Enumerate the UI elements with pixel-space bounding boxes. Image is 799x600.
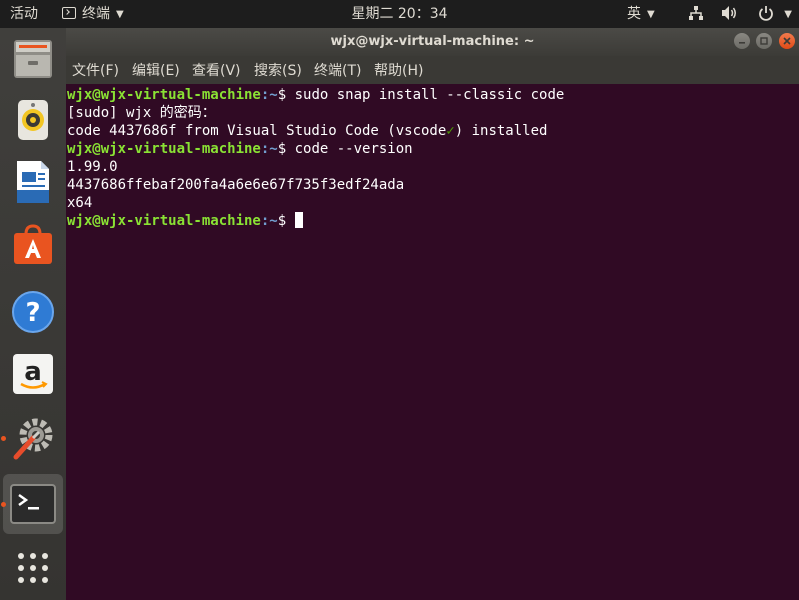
volume-icon (721, 6, 736, 20)
terminal-output[interactable]: wjx@wjx-virtual-machine:~$ sudo snap ins… (66, 84, 792, 600)
menu-bar: 文件(F) 编辑(E) 查看(V) 搜索(S) 终端(T) 帮助(H) (66, 56, 799, 84)
svg-text:a: a (24, 357, 42, 387)
dock-settings[interactable] (1, 408, 63, 468)
prompt-user-host: wjx@wjx-virtual-machine (67, 213, 261, 229)
command-text: sudo snap install --classic code (294, 87, 565, 103)
system-tray[interactable]: ▼ (688, 0, 792, 28)
running-indicator (1, 502, 6, 507)
app-menu[interactable]: 终端 ▼ (62, 0, 124, 28)
output-text: 1.99.0 (67, 159, 118, 175)
prompt-path: :~ (260, 87, 278, 103)
terminal-scrollbar[interactable] (792, 84, 799, 600)
amazon-icon: a (13, 354, 53, 394)
dock-show-applications[interactable] (3, 538, 63, 598)
prompt-path: :~ (260, 141, 278, 157)
app-menu-label: 终端 (82, 6, 110, 22)
top-bar: 活动 终端 ▼ 星期二 20：34 英 ▼ ▼ (0, 0, 799, 28)
terminal-line: 1.99.0 (67, 158, 792, 176)
dock-files[interactable] (3, 28, 63, 88)
menu-view[interactable]: 查看(V) (192, 56, 241, 84)
caret-down-icon: ▼ (647, 9, 655, 20)
caret-down-icon: ▼ (116, 9, 124, 20)
menu-search[interactable]: 搜索(S) (254, 56, 302, 84)
menu-file[interactable]: 文件(F) (72, 56, 119, 84)
clock[interactable]: 星期二 20：34 (351, 6, 447, 22)
power-icon (758, 6, 773, 21)
settings-icon (13, 418, 53, 460)
activities-button[interactable]: 活动 (10, 0, 38, 28)
caret-down-icon: ▼ (784, 9, 792, 20)
dock-rhythmbox[interactable] (3, 90, 63, 150)
software-icon (14, 224, 52, 264)
app-grid-icon (18, 553, 48, 583)
close-icon (783, 37, 791, 45)
maximize-button[interactable] (756, 33, 773, 49)
help-icon: ? (12, 291, 54, 333)
terminal-line: code 4437686f from Visual Studio Code (v… (67, 122, 792, 140)
network-icon (689, 6, 703, 20)
terminal-icon (10, 484, 56, 524)
terminal-line: wjx@wjx-virtual-machine:~$ code --versio… (67, 140, 792, 158)
svg-text:?: ? (25, 298, 40, 328)
output-text: [sudo] wjx 的密码： (67, 105, 216, 121)
output-text: x64 (67, 195, 93, 211)
output-text: code 4437686f from Visual Studio Code (v… (67, 123, 447, 139)
input-method-indicator[interactable]: 英 ▼ (627, 0, 655, 28)
terminal-window: wjx@wjx-virtual-machine: ~ 文件(F) 编辑(E) 查… (66, 28, 799, 600)
terminal-line: [sudo] wjx 的密码： (67, 104, 792, 122)
dock-writer[interactable] (3, 152, 63, 212)
prompt-user-host: wjx@wjx-virtual-machine (67, 87, 261, 103)
window-titlebar[interactable]: wjx@wjx-virtual-machine: ~ (66, 28, 799, 56)
dock: ? a (0, 28, 66, 600)
dock-terminal[interactable] (1, 474, 63, 534)
terminal-line: x64 (67, 194, 792, 212)
dock-help[interactable]: ? (3, 282, 63, 342)
close-button[interactable] (779, 33, 795, 49)
files-icon (14, 40, 52, 78)
menu-terminal[interactable]: 终端(T) (314, 56, 361, 84)
minimize-button[interactable] (733, 33, 750, 49)
prompt-symbol: $ (277, 213, 295, 229)
maximize-icon (760, 37, 769, 45)
terminal-line: wjx@wjx-virtual-machine:~$ (67, 212, 792, 230)
dock-amazon[interactable]: a (3, 344, 63, 404)
dock-software[interactable] (3, 214, 63, 274)
terminal-small-icon (62, 7, 76, 19)
output-text: 4437686ffebaf200fa4a6e6e67f735f3edf24ada (67, 177, 405, 193)
window-controls (732, 33, 795, 51)
prompt-symbol: $ (277, 141, 295, 157)
verified-check-icon: ✓ (446, 123, 455, 139)
prompt-symbol: $ (277, 87, 295, 103)
menu-edit[interactable]: 编辑(E) (132, 56, 180, 84)
output-text: ) installed (454, 123, 548, 139)
window-title: wjx@wjx-virtual-machine: ~ (330, 34, 535, 49)
text-cursor (294, 212, 303, 228)
running-indicator (1, 436, 6, 441)
menu-help[interactable]: 帮助(H) (374, 56, 423, 84)
rhythmbox-icon (18, 100, 48, 140)
minimize-icon (738, 42, 745, 44)
terminal-line: 4437686ffebaf200fa4a6e6e67f735f3edf24ada (67, 176, 792, 194)
command-text: code --version (294, 141, 413, 157)
prompt-path: :~ (260, 213, 278, 229)
writer-icon (17, 161, 49, 203)
prompt-user-host: wjx@wjx-virtual-machine (67, 141, 261, 157)
terminal-line: wjx@wjx-virtual-machine:~$ sudo snap ins… (67, 86, 792, 104)
input-method-label: 英 (627, 6, 641, 22)
